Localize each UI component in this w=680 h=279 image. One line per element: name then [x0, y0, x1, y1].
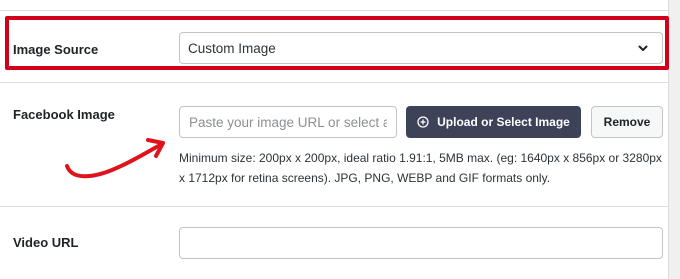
settings-panel: Image Source Custom Image Facebook Image… [0, 0, 669, 279]
remove-image-button[interactable]: Remove [591, 106, 663, 138]
image-source-value: Custom Image [188, 40, 276, 56]
annotation-arrow-icon [65, 138, 165, 179]
image-source-select[interactable]: Custom Image [179, 32, 663, 64]
image-help-text: Minimum size: 200px x 200px, ideal ratio… [179, 151, 662, 185]
image-url-input[interactable] [179, 106, 397, 138]
divider [0, 206, 668, 207]
divider [0, 10, 668, 11]
chevron-down-icon [638, 45, 648, 51]
upload-button-label: Upload or Select Image [437, 115, 570, 129]
plus-circle-icon [417, 116, 429, 128]
divider [0, 82, 668, 83]
video-url-label: Video URL [13, 235, 79, 250]
remove-button-label: Remove [603, 115, 651, 129]
image-source-label: Image Source [13, 42, 99, 57]
upload-image-button[interactable]: Upload or Select Image [406, 106, 581, 138]
video-url-input[interactable] [179, 227, 663, 259]
facebook-image-label: Facebook Image [13, 107, 115, 122]
